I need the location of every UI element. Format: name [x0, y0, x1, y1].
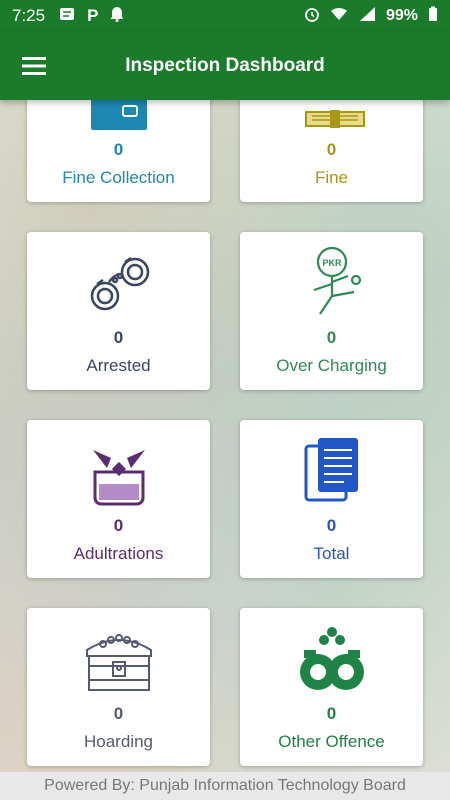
page-title: Inspection Dashboard [125, 55, 325, 76]
fine-count: 0 [326, 140, 337, 159]
other-offence-label: Other Offence [278, 732, 385, 751]
message-icon [59, 7, 75, 26]
hoarding-label: Hoarding [84, 732, 153, 751]
treasure-chest-icon [27, 618, 210, 698]
arrested-count: 0 [113, 328, 124, 347]
total-label: Total [313, 544, 350, 563]
arrested-label: Arrested [86, 356, 151, 375]
handcuffs-icon [27, 242, 210, 322]
battery-icon [428, 6, 438, 27]
documents-icon [240, 430, 423, 510]
footer-powered-by: Powered By: Punjab Information Technolog… [0, 772, 450, 800]
adultrations-label: Adultrations [73, 544, 164, 563]
fine-collection-label: Fine Collection [62, 168, 175, 187]
status-bar: 7:25 P 99% [0, 0, 450, 32]
adulteration-cup-icon [27, 430, 210, 510]
over-charging-label: Over Charging [276, 356, 387, 375]
hoarding-count: 0 [113, 704, 124, 723]
adultrations-count: 0 [113, 516, 124, 535]
card-hoarding[interactable]: 0 Hoarding [27, 608, 210, 766]
app-bar: Inspection Dashboard [0, 32, 450, 100]
signal-icon [358, 6, 376, 27]
battery-percentage: 99% [385, 7, 418, 24]
parking-icon: P [87, 6, 99, 25]
pkr-kick-icon: PKR [240, 242, 423, 322]
card-over-charging[interactable]: PKR 0 Over Charging [240, 232, 423, 390]
wifi-icon [330, 7, 348, 26]
card-adultrations[interactable]: 0 Adultrations [27, 420, 210, 578]
card-other-offence[interactable]: 0 Other Offence [240, 608, 423, 766]
svg-text:PKR: PKR [322, 258, 342, 268]
status-time: 7:25 [12, 6, 46, 25]
hamburger-menu-icon[interactable] [0, 32, 70, 100]
card-total[interactable]: 0 Total [240, 420, 423, 578]
bell-icon [110, 6, 124, 27]
fine-label: Fine [314, 168, 349, 187]
handcuffs-bold-icon [240, 618, 423, 698]
card-arrested[interactable]: 0 Arrested [27, 232, 210, 390]
total-count: 0 [326, 516, 337, 535]
alarm-icon [304, 6, 320, 27]
other-offence-count: 0 [326, 704, 337, 723]
over-charging-count: 0 [326, 328, 337, 347]
dashboard-grid: 0 Fine Collection 0 Fine 0 Arrested PKR … [0, 0, 450, 772]
fine-collection-count: 0 [113, 140, 124, 159]
